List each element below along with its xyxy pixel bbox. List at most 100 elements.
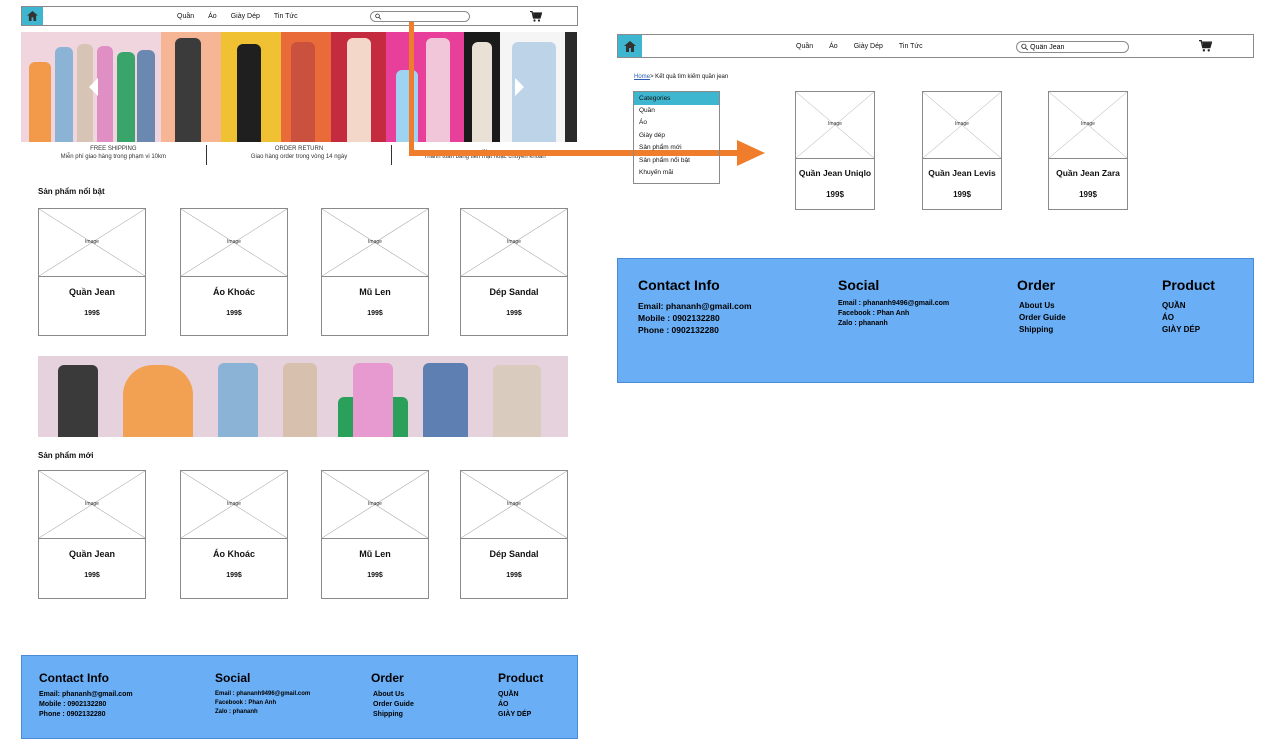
categories-panel: Categories Quần Áo Giày dép Sản phẩm mới… <box>633 91 720 184</box>
product-price: 199$ <box>84 310 100 317</box>
product-card[interactable]: Image Quần Jean Zara 199$ <box>1048 91 1128 210</box>
product-card[interactable]: Image Quần Jean Uniqlo 199$ <box>795 91 875 210</box>
category-item-san-pham-moi[interactable]: Sản phẩm mới <box>634 142 719 154</box>
arrow-right-icon <box>737 140 765 166</box>
category-item-giay-dep[interactable]: Giày dép <box>634 130 719 142</box>
home-button[interactable] <box>618 35 642 57</box>
nav-link-quan[interactable]: Quần <box>177 13 194 20</box>
new-section-title: Sản phẩm mới <box>38 451 94 460</box>
product-card[interactable]: Image Quần Jean 199$ <box>38 470 146 599</box>
product-price: 199$ <box>826 190 844 199</box>
nav-link-giay-dep[interactable]: Giày Dép <box>231 13 260 20</box>
footer-order-title: Order <box>371 671 404 685</box>
product-name[interactable]: Quần Jean <box>39 549 145 559</box>
product-card[interactable]: Image Áo Khoác 199$ <box>180 208 288 336</box>
right-search-box[interactable] <box>1016 41 1129 53</box>
footer-link-shipping[interactable]: Shipping <box>1019 324 1066 336</box>
cart-icon[interactable] <box>530 11 542 22</box>
footer-social-zalo[interactable]: Zalo : phananh <box>838 319 949 329</box>
left-search-box[interactable] <box>370 11 470 22</box>
product-name[interactable]: Quần Jean Levis <box>923 168 1001 178</box>
footer-contact: Contact Info Email: phananh@gmail.com Mo… <box>638 277 752 336</box>
footer-link-ao[interactable]: ÁO <box>1162 312 1215 324</box>
product-name[interactable]: Áo Khoác <box>181 549 287 559</box>
footer-link-giay-dep[interactable]: GIÀY DÉP <box>1162 324 1215 336</box>
product-name[interactable]: Dép Sandal <box>461 549 567 559</box>
product-name[interactable]: Mũ Len <box>322 549 428 559</box>
hero-panel-9 <box>565 32 577 142</box>
hero-next-button[interactable] <box>515 78 524 96</box>
footer-contact: Contact Info Email: phananh@gmail.com Mo… <box>39 671 133 720</box>
nav-link-ao[interactable]: Áo <box>829 43 838 50</box>
product-name[interactable]: Áo Khoác <box>181 287 287 297</box>
left-search-input[interactable] <box>381 13 469 20</box>
right-search-input[interactable] <box>1028 43 1128 51</box>
product-image-placeholder: Image <box>39 209 145 277</box>
left-nav-links: Quần Áo Giày Dép Tin Tức <box>177 13 298 20</box>
product-image-placeholder: Image <box>461 209 567 277</box>
product-price: 199$ <box>367 310 383 317</box>
footer-social-email[interactable]: Email : phananh9496@gmail.com <box>215 690 310 699</box>
product-card[interactable]: Image Quần Jean 199$ <box>38 208 146 336</box>
product-card[interactable]: Image Mũ Len 199$ <box>321 208 429 336</box>
product-card[interactable]: Image Mũ Len 199$ <box>321 470 429 599</box>
footer-contact-mobile: Mobile : 0902132280 <box>638 313 720 323</box>
image-label: Image <box>368 238 382 245</box>
footer-link-quan[interactable]: QUẦN <box>1162 300 1215 312</box>
footer-link-ao[interactable]: ÁO <box>498 700 543 710</box>
footer-social-email[interactable]: Email : phananh9496@gmail.com <box>838 299 949 309</box>
footer-social-facebook[interactable]: Facebook : Phan Anh <box>215 699 310 708</box>
footer-social-zalo[interactable]: Zalo : phananh <box>215 708 310 717</box>
image-label: Image <box>85 238 99 245</box>
product-price: 199$ <box>367 572 383 579</box>
home-icon <box>624 40 636 52</box>
flow-arrow-vertical <box>409 22 414 154</box>
category-item-ao[interactable]: Áo <box>634 117 719 129</box>
footer-link-order-guide[interactable]: Order Guide <box>1019 312 1066 324</box>
footer-link-shipping[interactable]: Shipping <box>373 710 414 720</box>
nav-link-ao[interactable]: Áo <box>208 13 217 20</box>
footer-link-quan[interactable]: QUẦN <box>498 690 543 700</box>
product-name[interactable]: Quần Jean Zara <box>1049 168 1127 178</box>
footer-social-facebook[interactable]: Facebook : Phan Anh <box>838 309 949 319</box>
nav-link-quan[interactable]: Quần <box>796 43 813 50</box>
product-name[interactable]: Quần Jean Uniqlo <box>796 168 874 178</box>
category-item-quan[interactable]: Quần <box>634 105 719 117</box>
feature-desc: Miễn phí giao hàng trong phạm vi 10km <box>60 154 167 160</box>
home-button[interactable] <box>22 7 43 25</box>
feature-title: FREE SHIPPING <box>90 146 137 152</box>
footer-link-giay-dep[interactable]: GIÀY DÉP <box>498 710 543 720</box>
product-name[interactable]: Mũ Len <box>322 287 428 297</box>
footer-social-title: Social <box>215 671 251 685</box>
nav-link-tin-tuc[interactable]: Tin Tức <box>274 13 298 20</box>
product-card[interactable]: Image Dép Sandal 199$ <box>460 208 568 336</box>
breadcrumb-home-link[interactable]: Home <box>634 74 650 80</box>
breadcrumb-current: > Kết quả tìm kiếm quần jean <box>650 74 729 80</box>
footer-link-order-guide[interactable]: Order Guide <box>373 700 414 710</box>
product-price: 199$ <box>506 572 522 579</box>
footer-link-about[interactable]: About Us <box>1019 300 1066 312</box>
category-item-san-pham-noi-bat[interactable]: Sản phẩm nổi bật <box>634 155 719 167</box>
image-label: Image <box>1081 121 1095 127</box>
hero-prev-button[interactable] <box>89 78 98 96</box>
footer-link-about[interactable]: About Us <box>373 690 414 700</box>
nav-link-tin-tuc[interactable]: Tin Tức <box>899 43 923 50</box>
category-item-khuyen-mai[interactable]: Khuyến mãi <box>634 167 719 179</box>
product-card[interactable]: Image Áo Khoác 199$ <box>180 470 288 599</box>
product-card[interactable]: Image Dép Sandal 199$ <box>460 470 568 599</box>
image-label: Image <box>955 121 969 127</box>
footer-contact-phone: Phone : 0902132280 <box>638 325 719 335</box>
product-image-placeholder: Image <box>181 471 287 539</box>
footer-order: Order About Us Order Guide Shipping <box>371 671 414 720</box>
right-navbar: Quần Áo Giày Dép Tin Tức <box>617 34 1254 58</box>
footer-contact-title: Contact Info <box>638 277 720 293</box>
hero-panel-8 <box>500 32 565 142</box>
promo-banner <box>38 356 568 437</box>
product-image-placeholder: Image <box>322 209 428 277</box>
product-name[interactable]: Dép Sandal <box>461 287 567 297</box>
nav-link-giay-dep[interactable]: Giày Dép <box>854 43 883 50</box>
image-label: Image <box>507 500 521 507</box>
product-card[interactable]: Image Quần Jean Levis 199$ <box>922 91 1002 210</box>
cart-icon[interactable] <box>1199 40 1212 52</box>
product-name[interactable]: Quần Jean <box>39 287 145 297</box>
